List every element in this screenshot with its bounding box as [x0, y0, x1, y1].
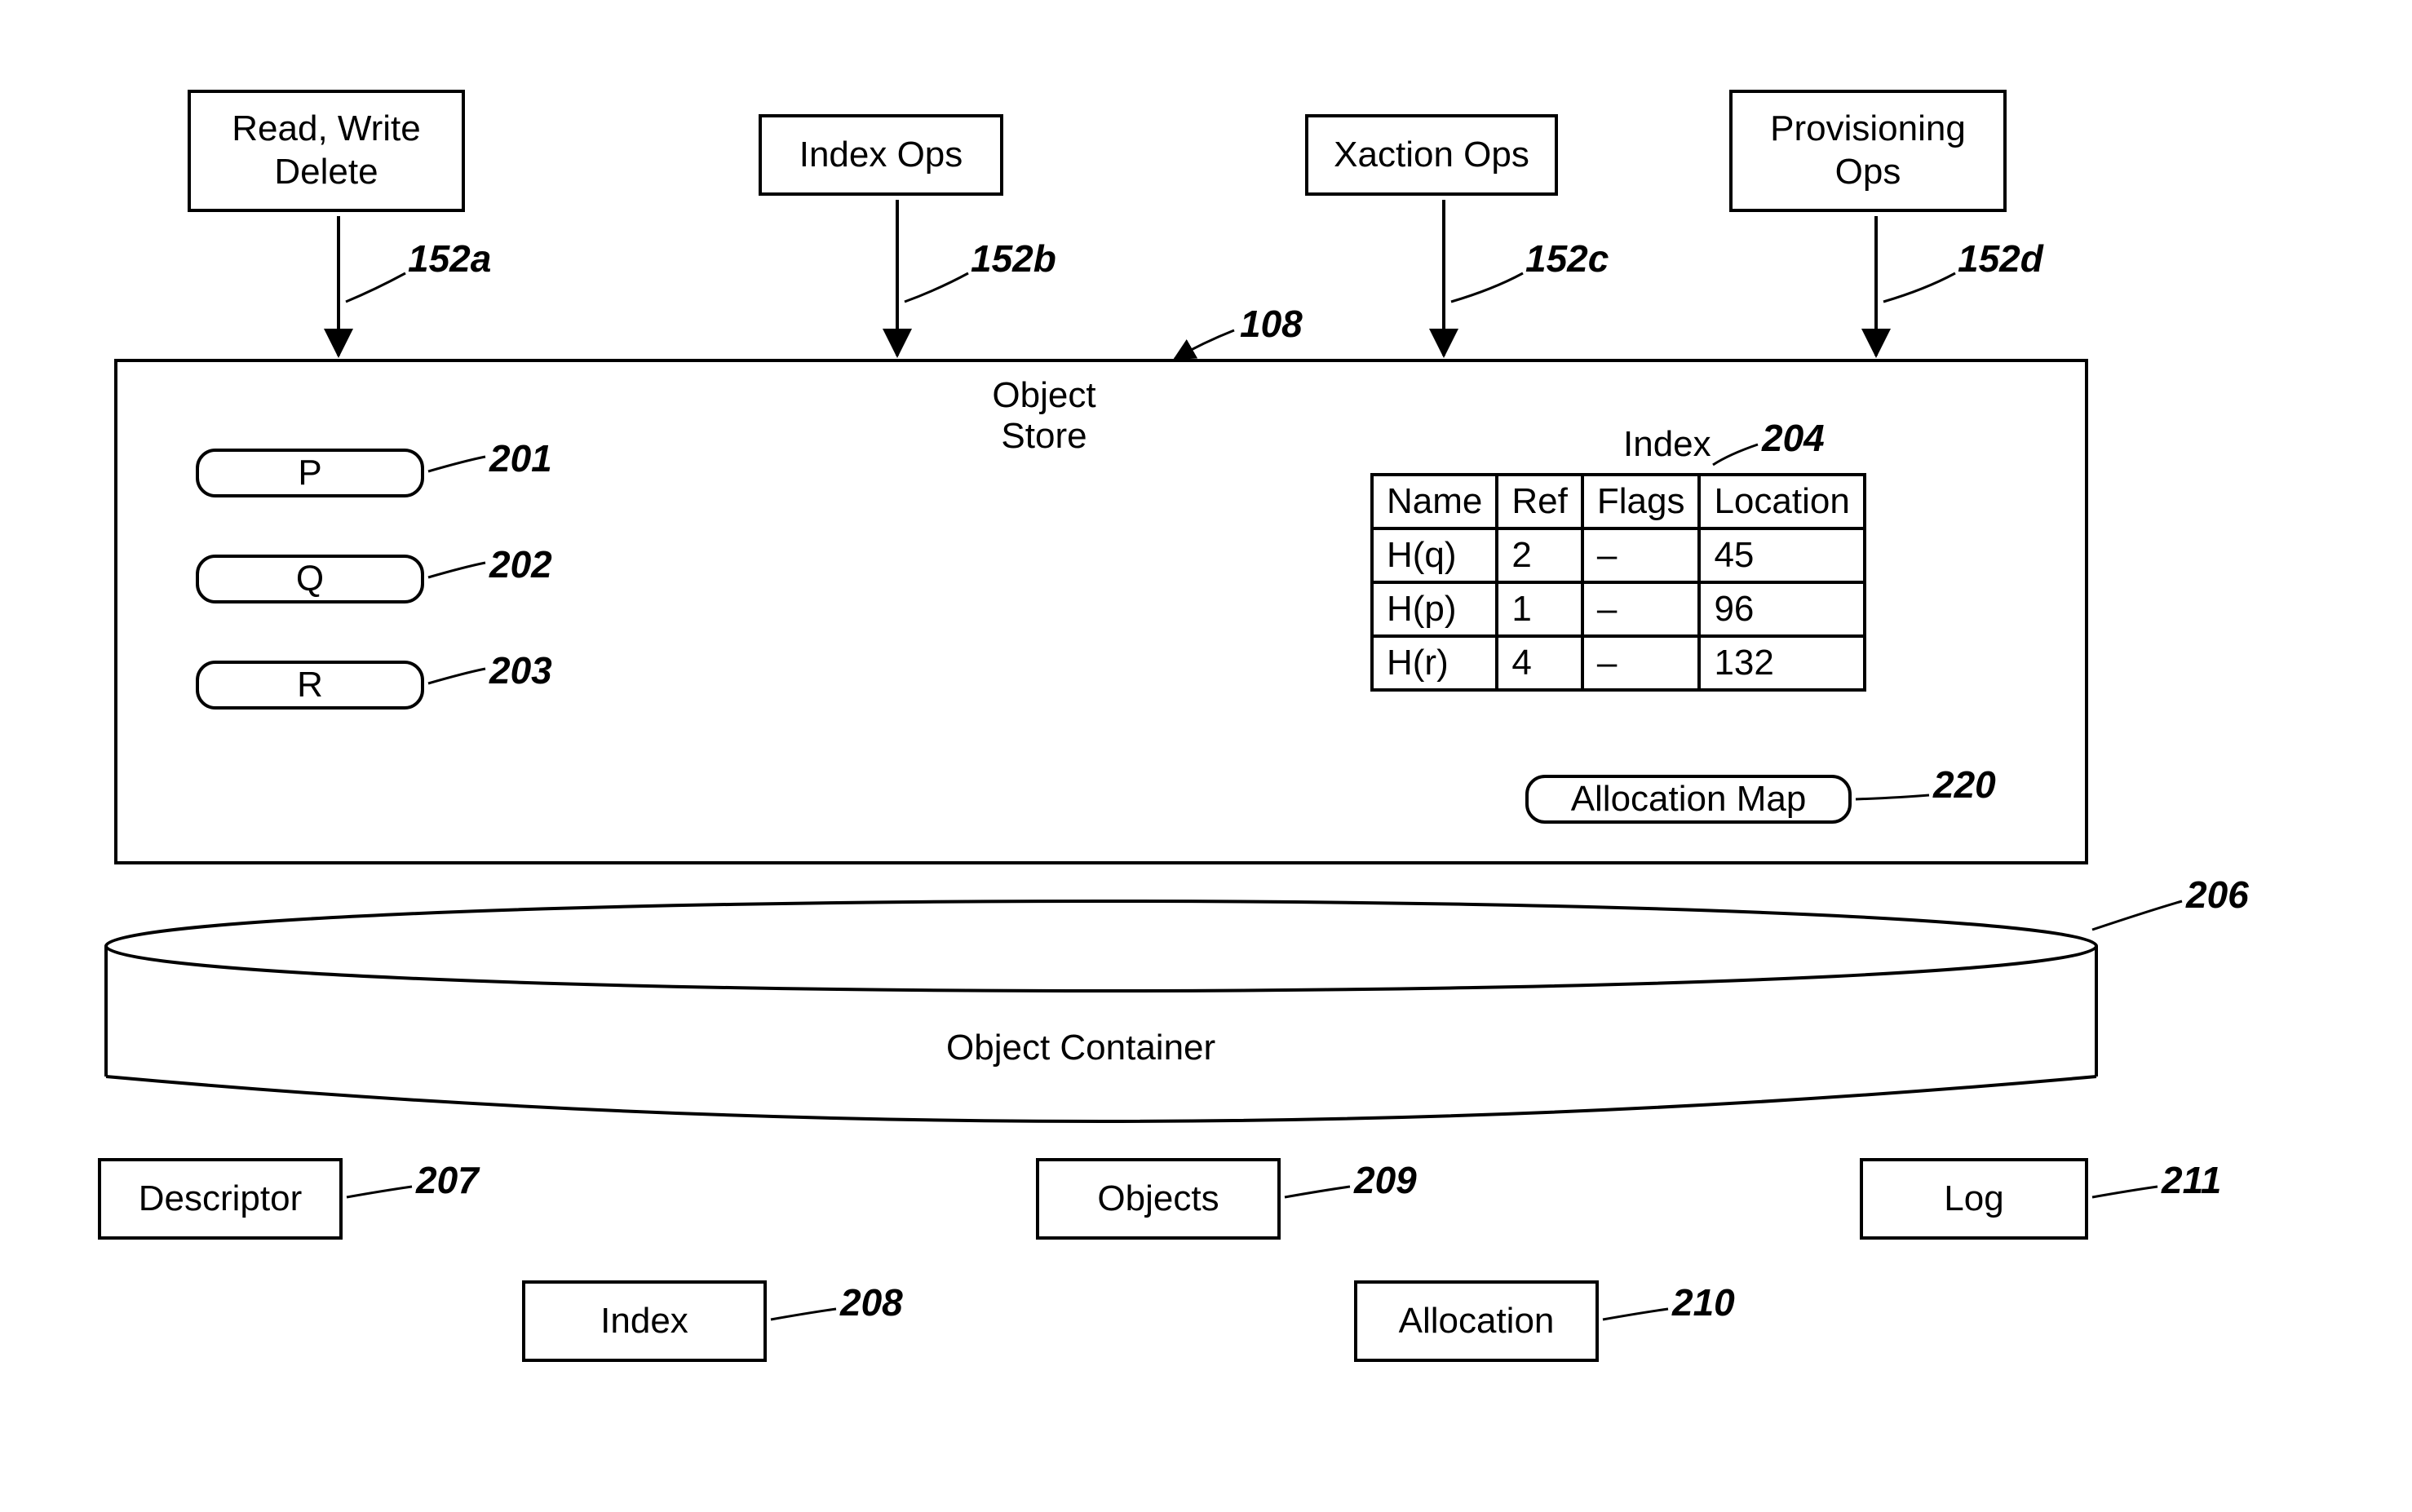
- ops-d-line1: Provisioning: [1770, 108, 1966, 151]
- leader-152d: [1883, 273, 1955, 302]
- cell-flags: –: [1582, 582, 1700, 636]
- cell-ref: 4: [1497, 636, 1582, 690]
- part-descriptor-label: Descriptor: [139, 1178, 303, 1221]
- cell-name: H(q): [1372, 528, 1497, 582]
- ops-xaction: Xaction Ops: [1305, 114, 1558, 196]
- cell-location: 45: [1699, 528, 1864, 582]
- part-index-label: Index: [600, 1300, 688, 1343]
- leader-152c: [1451, 273, 1523, 302]
- ops-provisioning: Provisioning Ops: [1729, 90, 2007, 212]
- ref-152b: 152b: [971, 237, 1056, 281]
- object-store-title: Object Store: [963, 375, 1126, 457]
- ref-220: 220: [1933, 763, 1996, 807]
- part-allocation: Allocation: [1354, 1280, 1599, 1362]
- cell-ref: 1: [1497, 582, 1582, 636]
- cell-flags: –: [1582, 636, 1700, 690]
- ref-210: 210: [1672, 1280, 1735, 1324]
- allocation-map-label: Allocation Map: [1571, 779, 1807, 820]
- ref-209: 209: [1354, 1158, 1417, 1202]
- ref-152a: 152a: [408, 237, 491, 281]
- diagram-canvas: Read, Write Delete 152a Index Ops 152b X…: [0, 0, 2412, 1512]
- ops-index: Index Ops: [759, 114, 1003, 196]
- cell-location: 96: [1699, 582, 1864, 636]
- leader-207: [347, 1187, 412, 1197]
- ops-c-label: Xaction Ops: [1334, 134, 1529, 177]
- ref-152d: 152d: [1958, 237, 2043, 281]
- ref-211: 211: [2162, 1158, 2221, 1202]
- part-allocation-label: Allocation: [1399, 1300, 1555, 1343]
- cell-ref: 2: [1497, 528, 1582, 582]
- col-name: Name: [1372, 475, 1497, 528]
- store-title-2: Store: [963, 416, 1126, 457]
- leader-210: [1603, 1309, 1668, 1320]
- ref-152c: 152c: [1525, 237, 1609, 281]
- index-title: Index: [1623, 424, 1711, 465]
- store-title-1: Object: [963, 375, 1126, 416]
- object-p-label: P: [298, 453, 321, 493]
- leader-108: [1175, 330, 1234, 359]
- object-q: Q: [196, 555, 424, 603]
- ref-202: 202: [489, 542, 552, 586]
- ref-108: 108: [1240, 302, 1303, 346]
- ops-b-label: Index Ops: [799, 134, 963, 177]
- object-container-label: Object Container: [946, 1028, 1215, 1068]
- ops-a-line2: Delete: [232, 151, 421, 194]
- cell-name: H(p): [1372, 582, 1497, 636]
- ops-read-write-delete: Read, Write Delete: [188, 90, 465, 212]
- part-log: Log: [1860, 1158, 2088, 1240]
- leader-208: [771, 1309, 836, 1320]
- table-header-row: Name Ref Flags Location: [1372, 475, 1865, 528]
- object-container-disk: [106, 901, 2096, 1121]
- cell-location: 132: [1699, 636, 1864, 690]
- table-row: H(q) 2 – 45: [1372, 528, 1865, 582]
- object-q-label: Q: [296, 559, 324, 599]
- ops-d-line2: Ops: [1770, 151, 1966, 194]
- leader-209: [1285, 1187, 1350, 1197]
- object-r: R: [196, 661, 424, 710]
- ops-a-line1: Read, Write: [232, 108, 421, 151]
- ref-207: 207: [416, 1158, 479, 1202]
- ref-206: 206: [2186, 873, 2249, 917]
- allocation-map: Allocation Map: [1525, 775, 1852, 824]
- ref-208: 208: [840, 1280, 903, 1324]
- leader-152a: [346, 273, 405, 302]
- part-objects-label: Objects: [1097, 1178, 1219, 1221]
- table-row: H(p) 1 – 96: [1372, 582, 1865, 636]
- ref-203: 203: [489, 648, 552, 692]
- part-log-label: Log: [1944, 1178, 2003, 1221]
- ref-204: 204: [1762, 416, 1825, 460]
- cell-flags: –: [1582, 528, 1700, 582]
- object-p: P: [196, 449, 424, 497]
- col-ref: Ref: [1497, 475, 1582, 528]
- leader-211: [2092, 1187, 2158, 1197]
- leader-152b: [905, 273, 968, 302]
- cell-name: H(r): [1372, 636, 1497, 690]
- table-row: H(r) 4 – 132: [1372, 636, 1865, 690]
- index-table: Name Ref Flags Location H(q) 2 – 45 H(p)…: [1370, 473, 1866, 692]
- object-r-label: R: [297, 665, 323, 705]
- part-objects: Objects: [1036, 1158, 1281, 1240]
- leader-206: [2092, 901, 2182, 930]
- part-descriptor: Descriptor: [98, 1158, 343, 1240]
- part-index: Index: [522, 1280, 767, 1362]
- ref-201: 201: [489, 436, 552, 480]
- col-location: Location: [1699, 475, 1864, 528]
- col-flags: Flags: [1582, 475, 1700, 528]
